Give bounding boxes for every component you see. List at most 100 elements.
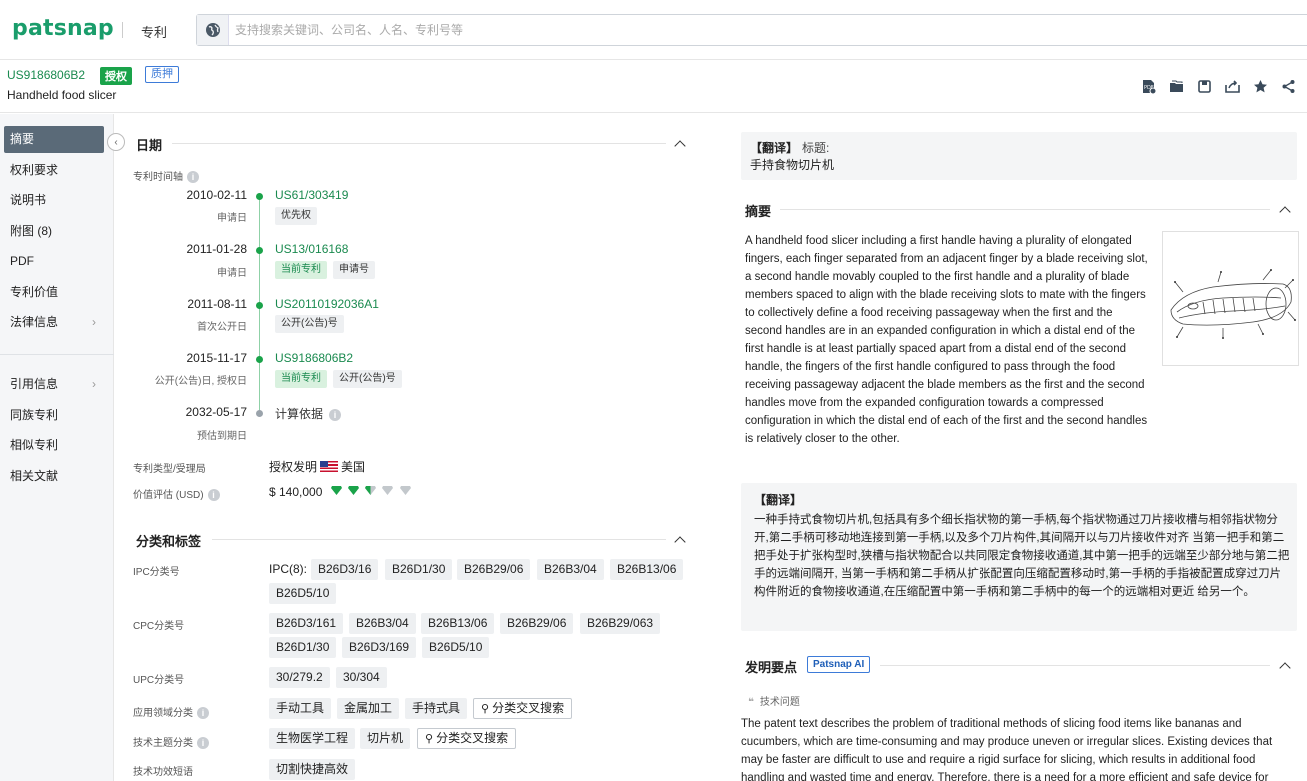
timeline-tag: 申请号 xyxy=(333,261,375,279)
info-icon[interactable]: i xyxy=(329,408,342,421)
ipc-prefix: IPC(8): xyxy=(269,562,308,576)
ipc-code[interactable]: B26D5/10 xyxy=(269,583,337,604)
timeline-patent-link[interactable]: US61/303419 xyxy=(275,188,348,202)
cpc-code[interactable]: B26D3/161 xyxy=(269,613,344,634)
tech-problem-label: ❝ 技术问题 xyxy=(748,697,800,708)
info-icon[interactable]: i xyxy=(197,707,209,720)
rating-gem-full-icon xyxy=(348,485,359,495)
cpc-code[interactable]: B26D1/30 xyxy=(269,637,337,658)
title-translation-header: 【翻译】 标题: xyxy=(750,141,830,155)
info-icon[interactable]: i xyxy=(197,737,209,750)
sidebar-item-family[interactable]: 同族专利 xyxy=(4,402,104,429)
status-badge: 授权 xyxy=(100,67,132,85)
globe-icon[interactable] xyxy=(197,15,229,45)
timeline-date-type: 首次公开日 xyxy=(197,322,247,333)
ipc-code[interactable]: B26D1/30 xyxy=(385,559,453,580)
cpc-code[interactable]: B26B13/06 xyxy=(421,613,495,634)
key-points-section-title: 发明要点 xyxy=(745,660,798,675)
tech-problem-text: The patent text describes the problem of… xyxy=(741,718,1273,781)
top-bar: patsnap 专利 xyxy=(0,0,1307,60)
timeline-label: 专利时间轴 i xyxy=(133,168,199,184)
sidebar-item-value[interactable]: 专利价值 xyxy=(4,279,104,306)
tech-topic-tag[interactable]: 切片机 xyxy=(360,728,411,749)
section-divider xyxy=(172,143,666,144)
patent-type-value: 授权发明 美国 xyxy=(269,460,366,474)
tech-topic-tag[interactable]: 生物医学工程 xyxy=(269,728,356,749)
timeline-dot xyxy=(256,247,263,254)
product-label[interactable]: 专利 xyxy=(141,22,167,41)
cross-search-button[interactable]: ⚲ 分类交叉搜索 xyxy=(473,698,573,719)
timeline-dot xyxy=(256,410,263,417)
cross-search-button[interactable]: ⚲ 分类交叉搜索 xyxy=(417,728,517,749)
patent-type-label: 专利类型/受理局 xyxy=(133,464,206,475)
patsnap-logo[interactable]: patsnap xyxy=(12,16,114,41)
sidebar-item-abstract[interactable]: 摘要 xyxy=(4,126,104,153)
collapse-classification-icon[interactable] xyxy=(675,535,685,545)
sidebar-item-related[interactable]: 相关文献 xyxy=(4,463,104,490)
share-icon[interactable] xyxy=(1279,77,1297,95)
ipc-code[interactable]: B26B13/06 xyxy=(610,559,684,580)
sidebar-item-citations[interactable]: 引用信息 › xyxy=(4,371,104,398)
timeline-patent-link[interactable]: US13/016168 xyxy=(275,242,348,256)
upc-code[interactable]: 30/279.2 xyxy=(269,667,330,688)
collapse-abstract-icon[interactable] xyxy=(1280,205,1290,215)
cpc-code[interactable]: B26B3/04 xyxy=(349,613,416,634)
timeline-tag: 公开(公告)号 xyxy=(333,370,402,388)
application-field-tag[interactable]: 金属加工 xyxy=(337,698,400,719)
sidebar: 摘要 权利要求 说明书 附图 (8) PDF 专利价值 法律信息 › 引用信息 › … xyxy=(0,114,114,781)
sidebar-item-pdf[interactable]: PDF xyxy=(4,248,104,275)
star-icon[interactable] xyxy=(1251,77,1269,95)
timeline-dot xyxy=(256,193,263,200)
sidebar-item-similar[interactable]: 相似专利 xyxy=(4,432,104,459)
timeline-date: 2010-02-11 xyxy=(186,188,248,202)
timeline-date-type: 申请日 xyxy=(217,213,247,224)
cpc-code[interactable]: B26B29/06 xyxy=(500,613,574,634)
application-field-tag[interactable]: 手动工具 xyxy=(269,698,332,719)
tech-effect-tag[interactable]: 切割快捷高效 xyxy=(269,759,356,780)
collapse-dates-icon[interactable] xyxy=(675,139,685,149)
timeline-date: 2011-08-11 xyxy=(187,297,247,311)
cpc-code[interactable]: B26B29/063 xyxy=(580,613,661,634)
search-icon: ⚲ xyxy=(481,703,493,715)
upc-code[interactable]: 30/304 xyxy=(336,667,387,688)
ipc-code[interactable]: B26B29/06 xyxy=(457,559,531,580)
save-icon[interactable] xyxy=(1195,77,1213,95)
info-icon[interactable]: i xyxy=(207,489,220,502)
timeline-patent-link[interactable]: US9186806B2 xyxy=(275,351,353,365)
value-amount: $ 140,000 xyxy=(269,485,323,499)
collapse-sidebar-button[interactable]: ‹ xyxy=(107,133,125,151)
collapse-key-points-icon[interactable] xyxy=(1280,661,1290,671)
application-field-tag[interactable]: 手持式具 xyxy=(405,698,468,719)
value-label: 价值评估 (USD) i xyxy=(133,486,220,502)
tech-effect-label: 技术功效短语 xyxy=(133,767,193,778)
rating-gem-empty-icon xyxy=(382,485,393,495)
ipc-code[interactable]: B26D3/16 xyxy=(311,559,379,580)
timeline-dot xyxy=(256,356,263,363)
section-divider xyxy=(780,209,1270,210)
calculation-basis: 计算依据 i xyxy=(275,405,342,422)
cpc-code[interactable]: B26D3/169 xyxy=(342,637,417,658)
pdf-icon[interactable]: PDF xyxy=(1139,77,1157,95)
abstract-translation-header: 【翻译】 xyxy=(754,493,803,507)
timeline-patent-link[interactable]: US20110192036A1 xyxy=(275,297,379,311)
section-divider xyxy=(880,665,1270,666)
info-icon[interactable]: i xyxy=(187,171,199,184)
timeline-tag: 公开(公告)号 xyxy=(275,315,344,333)
rating-gem-empty-icon xyxy=(400,485,411,495)
sidebar-item-label: 法律信息 xyxy=(10,315,59,329)
timeline-tag: 优先权 xyxy=(275,207,317,225)
dates-section-title: 日期 xyxy=(136,138,163,153)
folder-icon[interactable] xyxy=(1167,77,1185,95)
ipc-code[interactable]: B26B3/04 xyxy=(537,559,604,580)
search-input[interactable] xyxy=(235,21,835,39)
search-box[interactable] xyxy=(196,14,1307,46)
sidebar-item-claims[interactable]: 权利要求 xyxy=(4,157,104,184)
timeline-dot xyxy=(256,302,263,309)
title-translation-box: 【翻译】 标题: 手持食物切片机 xyxy=(741,132,1297,180)
patent-drawing-thumbnail[interactable] xyxy=(1162,231,1299,366)
sidebar-item-drawings[interactable]: 附图 (8) xyxy=(4,218,104,245)
sidebar-item-legal[interactable]: 法律信息 › xyxy=(4,309,104,336)
sidebar-item-description[interactable]: 说明书 xyxy=(4,187,104,214)
share-out-icon[interactable] xyxy=(1223,77,1241,95)
cpc-code[interactable]: B26D5/10 xyxy=(422,637,490,658)
